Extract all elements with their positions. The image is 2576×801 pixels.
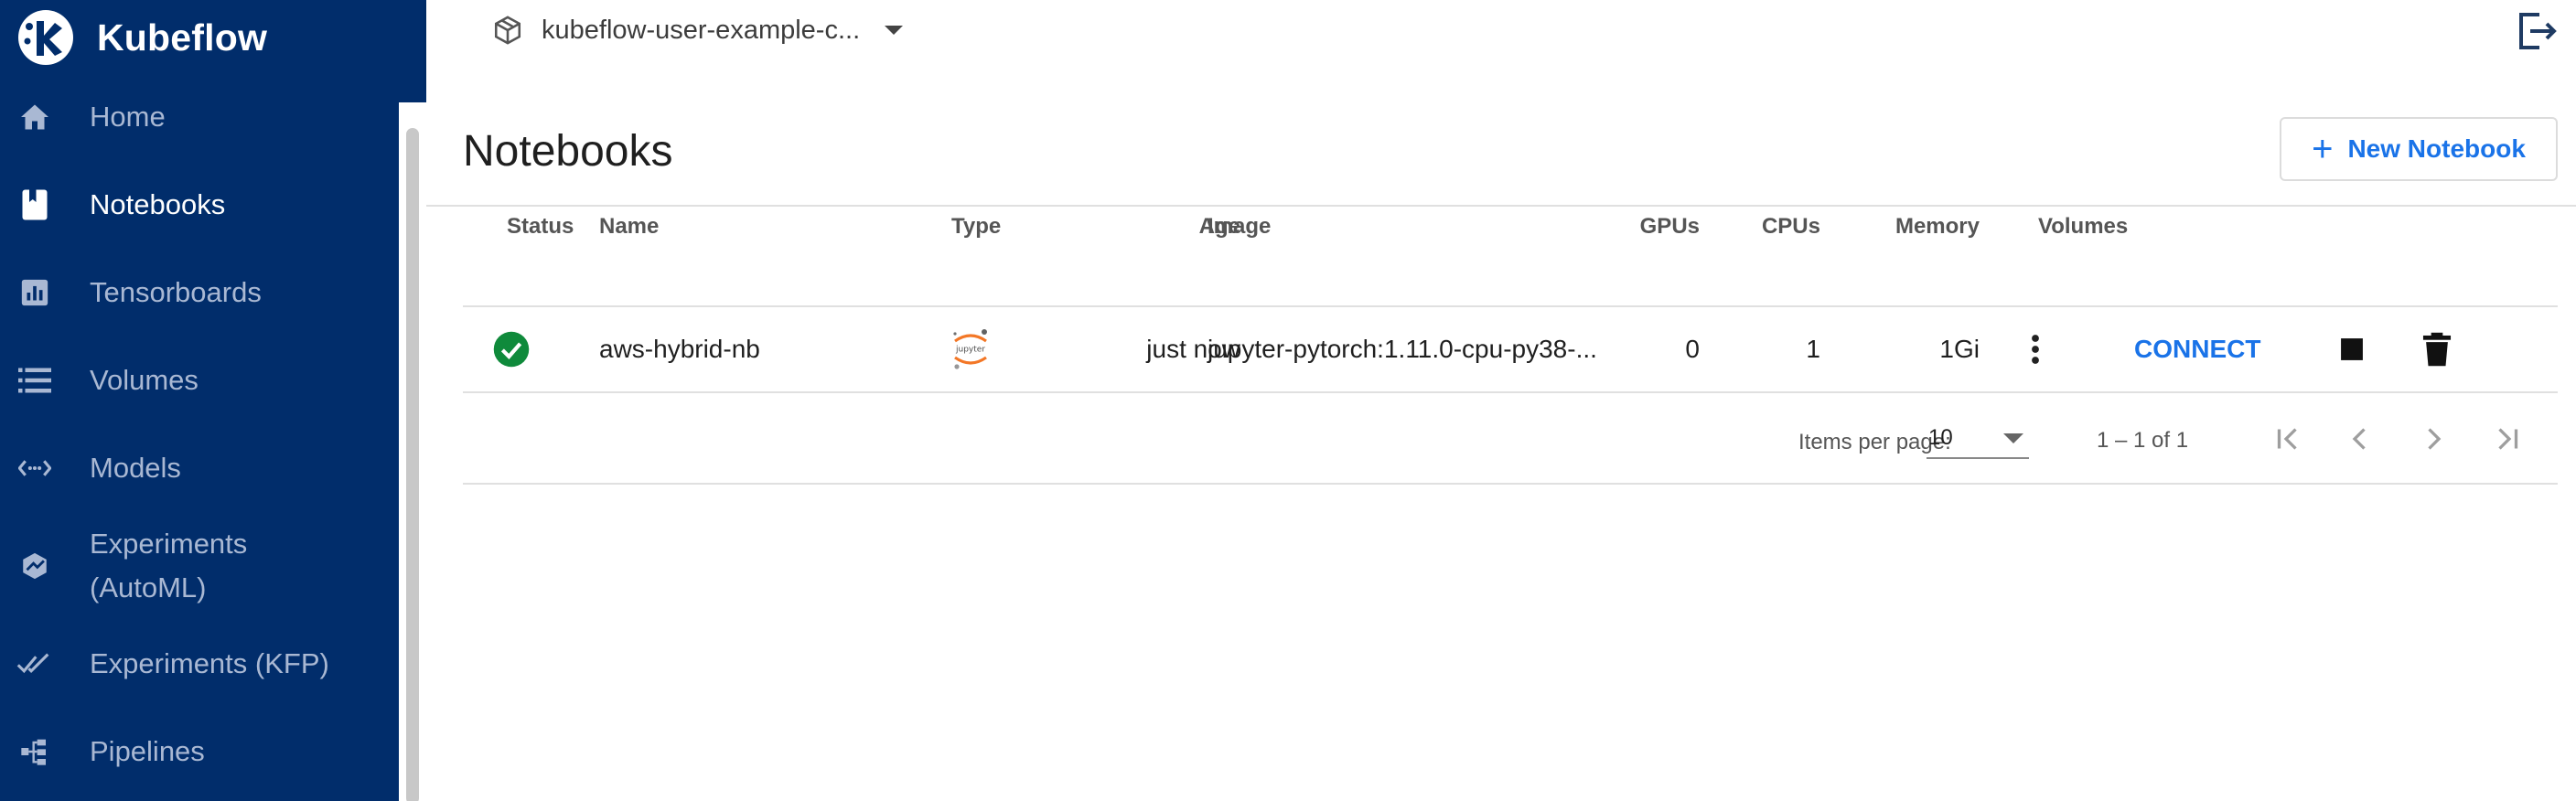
top-bar: kubeflow-user-example-c... (426, 0, 2576, 88)
title-divider (426, 205, 2576, 207)
sidebar-item-label: Volumes (90, 364, 199, 396)
previous-page-button[interactable] (2338, 417, 2382, 461)
brand-name: Kubeflow (97, 16, 268, 59)
memory-cell: 1Gi (1939, 335, 1980, 363)
header-name[interactable]: Name (599, 214, 659, 240)
header-status[interactable]: Status (507, 214, 574, 240)
sidebar-item-tensorboards[interactable]: Tensorboards (0, 249, 399, 336)
sidebar-item-home[interactable]: Home (0, 73, 399, 161)
pipeline-icon (16, 733, 53, 770)
sidebar: Kubeflow Home Notebooks Tensorboards Vol… (0, 0, 426, 801)
notebook-icon (16, 187, 53, 223)
cube-icon (494, 16, 521, 45)
connect-button[interactable]: CONNECT (2134, 307, 2260, 391)
next-page-button[interactable] (2411, 417, 2455, 461)
double-check-icon (16, 646, 53, 682)
table-row: aws-hybrid-nb jupyter just now jupyter-p… (463, 305, 2558, 393)
items-per-page-value: 10 (1928, 425, 1953, 450)
sidebar-item-models[interactable]: Models (0, 424, 399, 512)
last-page-button[interactable] (2485, 417, 2528, 461)
sidebar-item-label: Home (90, 101, 166, 133)
jupyter-logo-icon: jupyter (953, 329, 987, 369)
automl-icon (16, 548, 53, 584)
more-vert-icon (2032, 335, 2039, 364)
logout-icon[interactable] (2514, 9, 2558, 53)
gpus-cell: 0 (1685, 335, 1700, 363)
sidebar-nav: Home Notebooks Tensorboards Volumes Mode… (0, 73, 399, 796)
scrollbar-thumb[interactable] (406, 128, 419, 801)
sidebar-item-label: Tensorboards (90, 276, 262, 308)
arrows-icon (16, 450, 53, 486)
type-cell: jupyter (950, 307, 992, 391)
volumes-menu-button[interactable] (2029, 307, 2042, 391)
sidebar-item-label: Experiments (AutoML) (90, 528, 248, 603)
trash-icon (2422, 332, 2452, 367)
jupyter-logo-text: jupyter (955, 346, 985, 355)
chevron-down-icon (885, 26, 904, 35)
app-root: Kubeflow Home Notebooks Tensorboards Vol… (0, 0, 2576, 801)
header-volumes[interactable]: Volumes (2038, 214, 2128, 240)
page-title: Notebooks (463, 127, 673, 176)
sidebar-scrollbar[interactable] (399, 102, 426, 801)
stop-button[interactable] (2340, 307, 2364, 391)
sidebar-item-label: Models (90, 452, 181, 484)
sidebar-item-experiments-kfp[interactable]: Experiments (KFP) (0, 620, 399, 708)
sidebar-item-volumes[interactable]: Volumes (0, 336, 399, 424)
chevron-left-icon (2352, 428, 2366, 450)
header-type[interactable]: Type (951, 214, 1001, 240)
kubeflow-logo-icon (18, 10, 73, 65)
namespace-name: kubeflow-user-example-c... (542, 15, 861, 45)
sidebar-item-pipelines[interactable]: Pipelines (0, 708, 399, 796)
page-range: 1 – 1 of 1 (2097, 428, 2189, 453)
delete-button[interactable] (2422, 307, 2452, 391)
sidebar-item-experiments-automl[interactable]: Experiments (AutoML) (0, 512, 399, 620)
sidebar-item-label: Experiments (KFP) (90, 647, 329, 679)
stop-icon (2341, 338, 2363, 360)
cpus-cell: 1 (1806, 335, 1820, 363)
plus-icon: + (2312, 129, 2334, 169)
items-per-page-select[interactable]: 10 (1927, 419, 2029, 459)
image-cell: jupyter-pytorch:1.11.0-cpu-py38-... (1208, 335, 1597, 363)
chevron-down-icon (2003, 433, 2023, 443)
status-cell (492, 307, 531, 391)
first-page-icon (2277, 428, 2297, 450)
notebook-name[interactable]: aws-hybrid-nb (599, 307, 760, 391)
namespace-selector[interactable]: kubeflow-user-example-c... (492, 9, 904, 51)
new-notebook-label: New Notebook (2347, 134, 2526, 163)
new-notebook-button[interactable]: + New Notebook (2280, 117, 2558, 181)
sidebar-item-notebooks[interactable]: Notebooks (0, 161, 399, 249)
sidebar-item-label: Notebooks (90, 188, 226, 220)
check-circle-icon (493, 331, 530, 368)
header-cpus[interactable]: CPUs (1758, 214, 1820, 240)
chevron-right-icon (2428, 428, 2442, 450)
last-page-icon (2498, 428, 2518, 450)
first-page-button[interactable] (2267, 417, 2311, 461)
paginator: Items per page: 10 1 – 1 of 1 (463, 393, 2558, 485)
chart-icon (16, 274, 53, 311)
header-memory[interactable]: Memory (1879, 214, 1980, 240)
header-gpus[interactable]: GPUs (1639, 214, 1700, 240)
header-image[interactable]: Image (1208, 214, 1271, 240)
storage-icon (16, 362, 53, 399)
sidebar-item-label: Pipelines (90, 735, 205, 767)
home-icon (16, 99, 53, 135)
main-content: Notebooks + New Notebook Status Name Typ… (426, 88, 2576, 801)
brand[interactable]: Kubeflow (16, 5, 267, 69)
